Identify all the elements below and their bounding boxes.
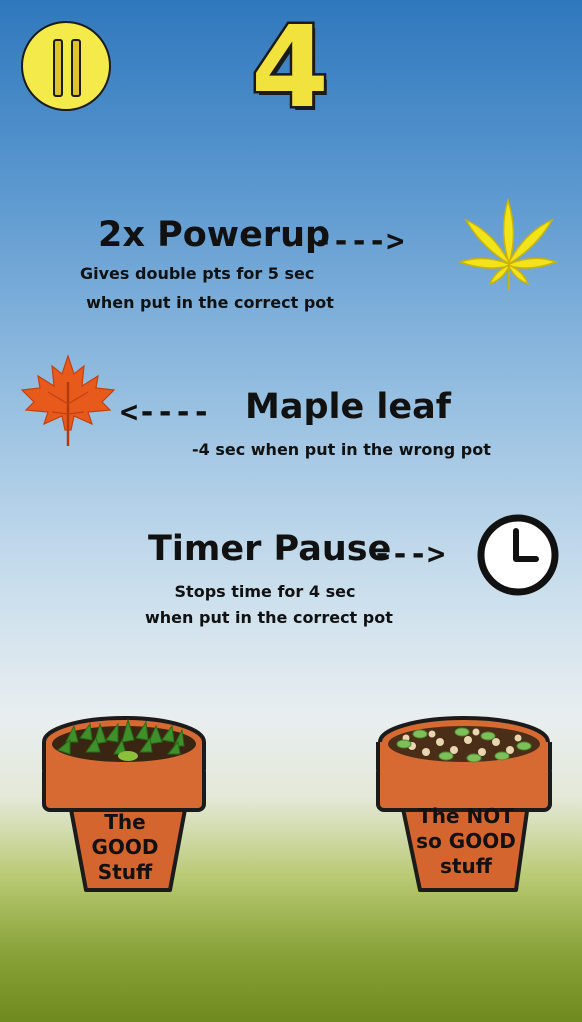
timer-title: Timer Pause xyxy=(148,529,392,569)
maple-leaf-icon xyxy=(20,354,116,446)
gold-cannabis-leaf-icon xyxy=(458,197,558,290)
maple-description: -4 sec when put in the wrong pot xyxy=(192,440,491,459)
timer-description-line2: when put in the correct pot xyxy=(145,608,393,627)
timer-description-line1: Stops time for 4 sec xyxy=(174,582,356,601)
timer-arrow: ---> xyxy=(373,537,446,572)
pause-icon-bar-left xyxy=(53,39,63,97)
maple-arrow: <---- xyxy=(120,395,211,430)
powerup-description-line2: when put in the correct pot xyxy=(86,293,334,312)
good-pot[interactable]: The GOOD Stuff xyxy=(36,712,212,900)
powerup-arrow: ----> xyxy=(314,224,405,259)
bad-pot-label: The NOT so GOOD stuff xyxy=(416,804,516,878)
countdown-number: 4 xyxy=(249,3,332,133)
bad-pot[interactable]: The NOT so GOOD stuff xyxy=(376,712,552,900)
clock-icon xyxy=(477,514,559,596)
pause-button[interactable] xyxy=(21,21,111,111)
maple-title: Maple leaf xyxy=(245,387,452,427)
good-pot-label: The GOOD Stuff xyxy=(91,810,159,884)
pause-icon-bar-right xyxy=(71,39,81,97)
powerup-description-line1: Gives double pts for 5 sec xyxy=(80,264,315,283)
powerup-title: 2x Powerup xyxy=(98,215,331,255)
